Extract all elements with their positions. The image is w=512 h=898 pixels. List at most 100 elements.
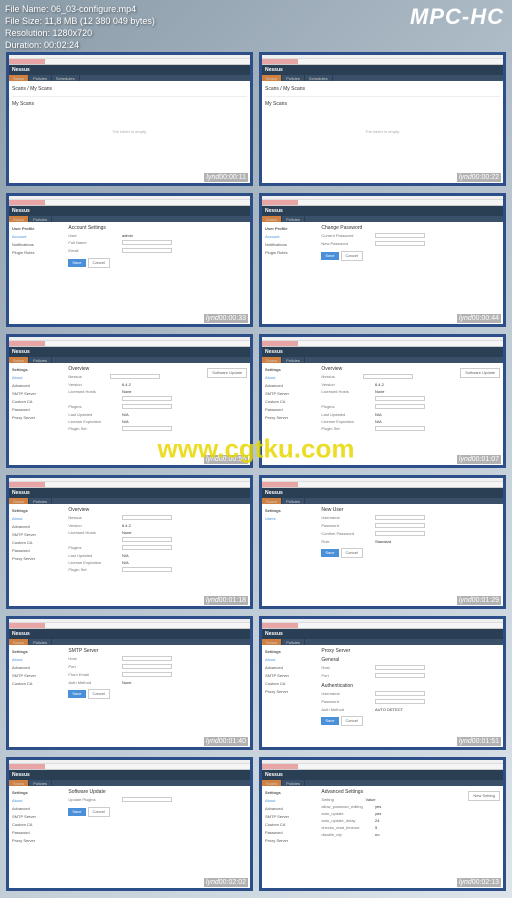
subnav-tab[interactable]: Scans: [9, 498, 29, 504]
video-thumbnail[interactable]: NessusScansPoliciesUser ProfileAccountNo…: [6, 193, 253, 327]
subnav-tab[interactable]: Policies: [29, 357, 52, 363]
sidebar-item[interactable]: SMTP Server: [265, 813, 317, 821]
video-thumbnail[interactable]: NessusScansPoliciesSettingsUsersNew User…: [259, 475, 506, 609]
subnav-tab[interactable]: Policies: [282, 780, 305, 786]
sidebar-item[interactable]: Password: [265, 829, 317, 837]
subnav-tab[interactable]: Policies: [29, 780, 52, 786]
video-thumbnail[interactable]: NessusScansPoliciesSettingsAboutAdvanced…: [259, 757, 506, 891]
text-input[interactable]: [122, 545, 172, 550]
sidebar-item[interactable]: Password: [12, 547, 64, 555]
text-input[interactable]: [122, 656, 172, 661]
sidebar-item[interactable]: Custom CA: [12, 398, 64, 406]
text-input[interactable]: [110, 374, 160, 379]
sidebar-item[interactable]: Notifications: [265, 241, 317, 249]
subnav-tab[interactable]: Policies: [29, 498, 52, 504]
text-input[interactable]: [122, 537, 172, 542]
action-button[interactable]: Software Update: [207, 368, 247, 378]
cancel-button[interactable]: Cancel: [88, 689, 110, 699]
text-input[interactable]: [375, 523, 425, 528]
subnav-tab[interactable]: Policies: [282, 639, 305, 645]
cancel-button[interactable]: Cancel: [88, 807, 110, 817]
text-input[interactable]: [122, 567, 172, 572]
save-button[interactable]: Save: [321, 717, 338, 725]
sidebar-item[interactable]: Password: [12, 829, 64, 837]
text-input[interactable]: [375, 396, 425, 401]
sidebar-item[interactable]: Notifications: [12, 241, 64, 249]
save-button[interactable]: Save: [68, 808, 85, 816]
subnav-tab[interactable]: Schedules: [305, 75, 333, 81]
subnav-tab[interactable]: Scans: [262, 498, 282, 504]
sidebar-item[interactable]: Custom CA: [12, 680, 64, 688]
text-input[interactable]: [375, 665, 425, 670]
text-input[interactable]: [375, 404, 425, 409]
save-button[interactable]: Save: [321, 252, 338, 260]
subnav-tab[interactable]: Policies: [282, 216, 305, 222]
sidebar-item[interactable]: Plugin Rules: [12, 249, 64, 257]
text-input[interactable]: [122, 248, 172, 253]
text-input[interactable]: [375, 691, 425, 696]
subnav-tab[interactable]: Scans: [262, 357, 282, 363]
save-button[interactable]: Save: [68, 690, 85, 698]
sidebar-item[interactable]: Advanced: [265, 805, 317, 813]
sidebar-item[interactable]: Advanced: [265, 382, 317, 390]
video-thumbnail[interactable]: NessusScansPoliciesSettingsAboutAdvanced…: [6, 334, 253, 468]
subnav-tab[interactable]: Scans: [9, 357, 29, 363]
sidebar-item[interactable]: SMTP Server: [265, 672, 317, 680]
video-thumbnail[interactable]: NessusScansPoliciesSchedulesScans / My S…: [259, 52, 506, 186]
sidebar-item[interactable]: Custom CA: [12, 821, 64, 829]
sidebar-item[interactable]: About: [265, 374, 317, 382]
sidebar-item[interactable]: Account: [12, 233, 64, 241]
sidebar-item[interactable]: SMTP Server: [265, 390, 317, 398]
subnav-tab[interactable]: Policies: [29, 75, 52, 81]
text-input[interactable]: [122, 672, 172, 677]
sidebar-item[interactable]: Password: [265, 406, 317, 414]
video-thumbnail[interactable]: NessusScansPoliciesSettingsAboutAdvanced…: [259, 334, 506, 468]
sidebar-item[interactable]: Custom CA: [265, 398, 317, 406]
subnav-tab[interactable]: Policies: [282, 498, 305, 504]
subnav-tab[interactable]: Scans: [9, 780, 29, 786]
sidebar-item[interactable]: Proxy Server: [265, 837, 317, 845]
sidebar-item[interactable]: Custom CA: [12, 539, 64, 547]
subnav-tab[interactable]: Policies: [29, 639, 52, 645]
cancel-button[interactable]: Cancel: [341, 548, 363, 558]
text-input[interactable]: [122, 404, 172, 409]
sidebar-item[interactable]: Users: [265, 515, 317, 523]
sidebar-item[interactable]: About: [12, 797, 64, 805]
action-button[interactable]: Software Update: [460, 368, 500, 378]
sidebar-item[interactable]: Proxy Server: [12, 555, 64, 563]
text-input[interactable]: [375, 673, 425, 678]
sidebar-item[interactable]: About: [12, 656, 64, 664]
sidebar-item[interactable]: Plugin Rules: [265, 249, 317, 257]
sidebar-item[interactable]: Custom CA: [265, 680, 317, 688]
video-thumbnail[interactable]: NessusScansPoliciesUser ProfileAccountNo…: [259, 193, 506, 327]
text-input[interactable]: [375, 515, 425, 520]
save-button[interactable]: Save: [68, 259, 85, 267]
text-input[interactable]: [375, 233, 425, 238]
video-thumbnail[interactable]: NessusScansPoliciesSettingsAboutAdvanced…: [259, 616, 506, 750]
sidebar-item[interactable]: About: [265, 797, 317, 805]
video-thumbnail[interactable]: NessusScansPoliciesSchedulesScans / My S…: [6, 52, 253, 186]
sidebar-item[interactable]: SMTP Server: [12, 390, 64, 398]
sidebar-item[interactable]: Password: [12, 406, 64, 414]
text-input[interactable]: [375, 426, 425, 431]
sidebar-item[interactable]: Advanced: [12, 805, 64, 813]
text-input[interactable]: [122, 664, 172, 669]
subnav-tab[interactable]: Policies: [282, 357, 305, 363]
sidebar-item[interactable]: Proxy Server: [12, 414, 64, 422]
subnav-tab[interactable]: Scans: [9, 639, 29, 645]
text-input[interactable]: [375, 699, 425, 704]
sidebar-item[interactable]: Advanced: [12, 382, 64, 390]
sidebar-item[interactable]: Advanced: [265, 664, 317, 672]
sidebar-item[interactable]: SMTP Server: [12, 813, 64, 821]
text-input[interactable]: [363, 374, 413, 379]
sidebar-item[interactable]: SMTP Server: [12, 672, 64, 680]
sidebar-item[interactable]: About: [265, 656, 317, 664]
sidebar-item[interactable]: SMTP Server: [12, 531, 64, 539]
subnav-tab[interactable]: Scans: [9, 75, 29, 81]
sidebar-item[interactable]: Advanced: [12, 523, 64, 531]
text-input[interactable]: [122, 797, 172, 802]
save-button[interactable]: Save: [321, 549, 338, 557]
text-input[interactable]: [375, 241, 425, 246]
subnav-tab[interactable]: Policies: [29, 216, 52, 222]
subnav-tab[interactable]: Schedules: [52, 75, 80, 81]
